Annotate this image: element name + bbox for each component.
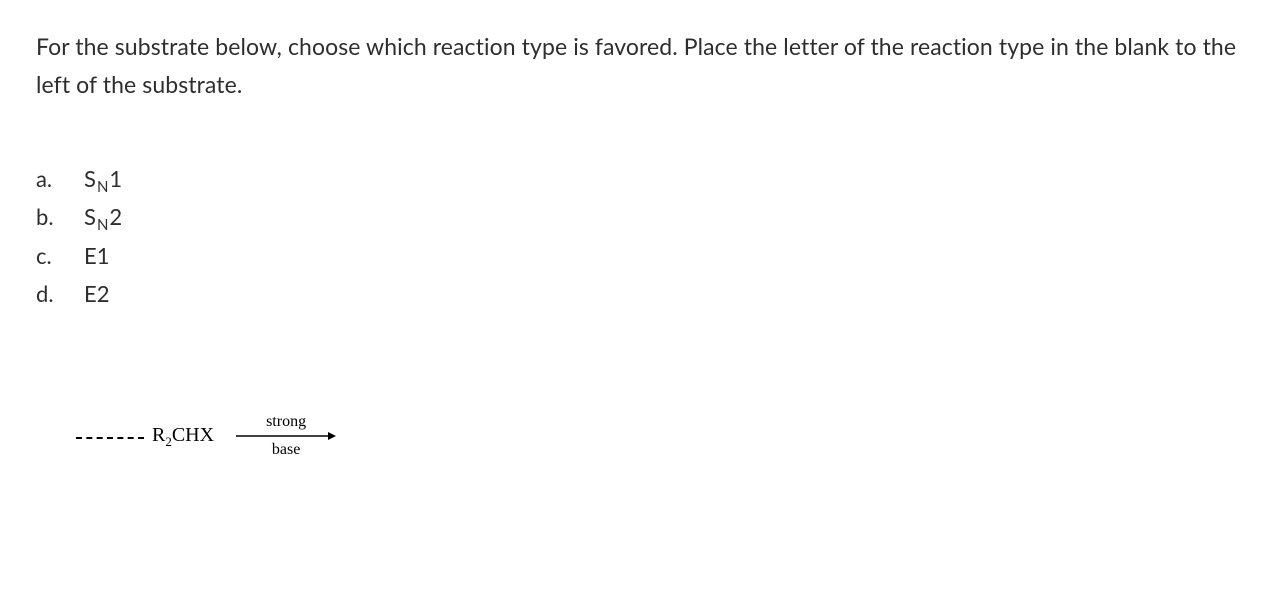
reaction-arrow-group: strong base (236, 414, 336, 458)
answer-blank[interactable] (76, 437, 144, 439)
option-b-prefix: S (84, 198, 96, 237)
question-prompt: For the substrate below, choose which re… (36, 28, 1250, 104)
option-d: d. E2 (36, 275, 1250, 314)
option-a-prefix: S (84, 160, 96, 199)
option-b-label: b. (36, 198, 84, 237)
option-b-content: SN2 (84, 198, 122, 237)
substrate-sub: 2 (165, 434, 172, 450)
substrate-formula: R2CHX (152, 424, 214, 447)
option-a-label: a. (36, 160, 84, 199)
reaction-row: R2CHX strong base (36, 414, 1250, 458)
option-d-label: d. (36, 275, 84, 314)
condition-top: strong (266, 414, 306, 430)
option-c: c. E1 (36, 237, 1250, 276)
option-a-sub: N (97, 174, 108, 200)
option-d-content: E2 (84, 275, 109, 314)
option-a-content: SN1 (84, 160, 122, 199)
option-b: b. SN2 (36, 198, 1250, 237)
options-list: a. SN1 b. SN2 c. E1 d. E2 (36, 160, 1250, 314)
reaction-arrow-icon (236, 432, 336, 440)
condition-bottom: base (272, 442, 300, 458)
option-c-content: E1 (84, 237, 109, 276)
option-a: a. SN1 (36, 160, 1250, 199)
option-a-suffix: 1 (109, 160, 122, 199)
option-b-suffix: 2 (109, 198, 122, 237)
option-b-sub: N (97, 212, 108, 238)
substrate-rest: CHX (172, 424, 214, 447)
option-c-label: c. (36, 237, 84, 276)
substrate-r: R (152, 424, 165, 447)
